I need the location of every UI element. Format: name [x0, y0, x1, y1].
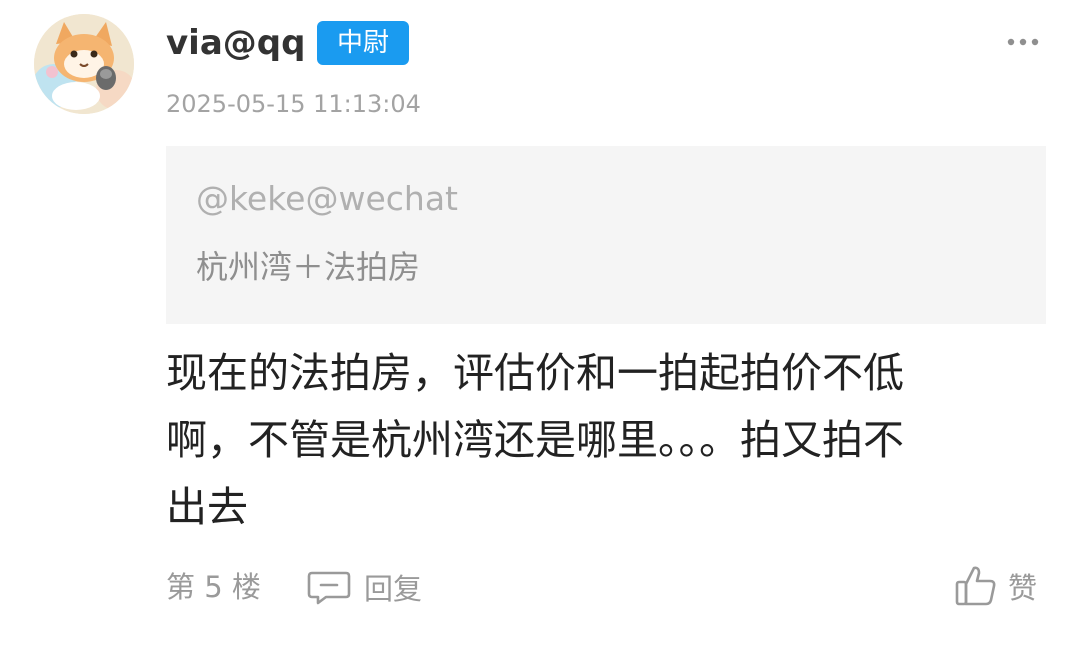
reply-button[interactable]: 回复: [306, 564, 422, 610]
like-label: 赞: [1008, 571, 1038, 605]
cat-avatar-icon: [34, 14, 134, 114]
thumbs-up-icon: [955, 566, 996, 606]
floor-label: 第 5 楼: [166, 570, 261, 604]
username[interactable]: via@qq: [166, 20, 305, 66]
comment-body: 现在的法拍房，评估价和一拍起拍价不低 啊，不管是杭州湾还是哪里。。。拍又拍不 出…: [166, 349, 904, 531]
reply-label: 回复: [364, 572, 423, 606]
more-dots-icon[interactable]: [1000, 28, 1046, 56]
comment-bubble-icon: [307, 571, 351, 605]
quote-text: 杭州湾＋法拍房: [196, 248, 421, 286]
post-timestamp: 2025-05-15 11:13:04: [166, 90, 421, 118]
rank-badge: 中尉: [317, 21, 409, 65]
quoted-comment[interactable]: @keke@wechat 杭州湾＋法拍房: [166, 146, 1046, 324]
quote-author: @keke@wechat: [196, 179, 458, 218]
avatar[interactable]: [34, 14, 134, 114]
like-button[interactable]: 赞: [954, 560, 1037, 612]
